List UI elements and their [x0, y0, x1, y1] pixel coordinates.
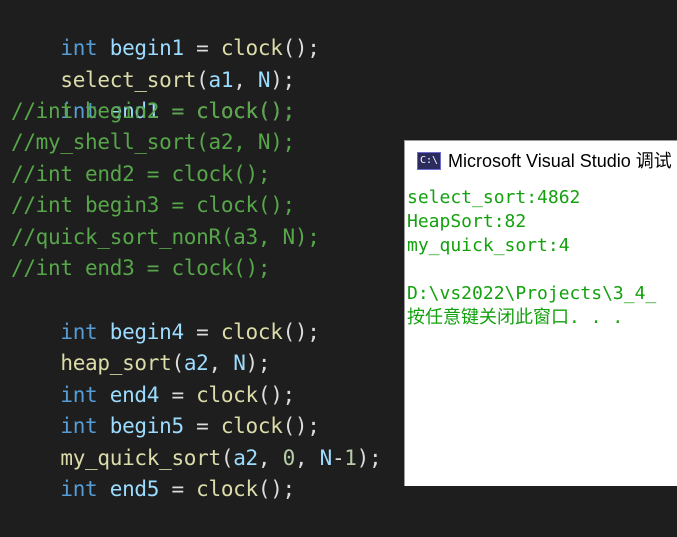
comment-line: //int begin2 = clock(); [11, 99, 295, 123]
comment-line: //my_shell_sort(a2, N); [11, 130, 295, 154]
variable-token: N [319, 446, 333, 470]
code-line: my_quick_sort(a2, 0, N-1); [11, 410, 381, 470]
function-token: clock [196, 477, 258, 501]
console-window-title: Microsoft Visual Studio 调试 [448, 151, 672, 171]
code-line: int end1 = clock(); [11, 63, 295, 123]
code-line: int end4 = clock(); [11, 347, 295, 407]
punctuation-token: ); [356, 446, 382, 470]
console-output-line: 按任意键关闭此窗口. . . [407, 307, 624, 328]
code-line: select_sort(a1, N); [11, 32, 295, 92]
comment-line: //int end2 = clock(); [11, 162, 271, 186]
number-token: 1 [344, 446, 357, 470]
operator-token: = [159, 477, 197, 501]
comment-line: //int end3 = clock(); [11, 256, 271, 280]
console-app-icon: C:\ [417, 152, 441, 170]
punctuation-token: (); [257, 477, 295, 501]
comment-line: //quick_sort_nonR(a3, N); [11, 225, 320, 249]
code-line: heap_sort(a2, N); [11, 315, 270, 375]
code-line: int begin4 = clock(); [11, 284, 320, 344]
code-line: int begin5 = clock(); [11, 378, 320, 438]
console-output-line: HeapSort:82 [407, 211, 527, 232]
console-title-bar[interactable]: C:\ Microsoft Visual Studio 调试 [405, 141, 677, 181]
comment-line: //int begin3 = clock(); [11, 193, 295, 217]
code-line: int begin1 = clock(); [11, 0, 320, 60]
punctuation-token: , [294, 446, 320, 470]
code-line: int end5 = clock(); [11, 441, 295, 501]
variable-token: end5 [109, 477, 160, 501]
console-output-line: D:\vs2022\Projects\3_4_ [407, 283, 657, 304]
punctuation-token: (); [282, 320, 320, 344]
keyword-token: int [60, 477, 98, 501]
console-output-line: select_sort:4862 [407, 187, 581, 208]
operator-token: - [331, 446, 345, 470]
debug-console-window[interactable]: C:\ Microsoft Visual Studio 调试 select_so… [404, 140, 677, 486]
console-output-line: my_quick_sort:4 [407, 235, 570, 256]
